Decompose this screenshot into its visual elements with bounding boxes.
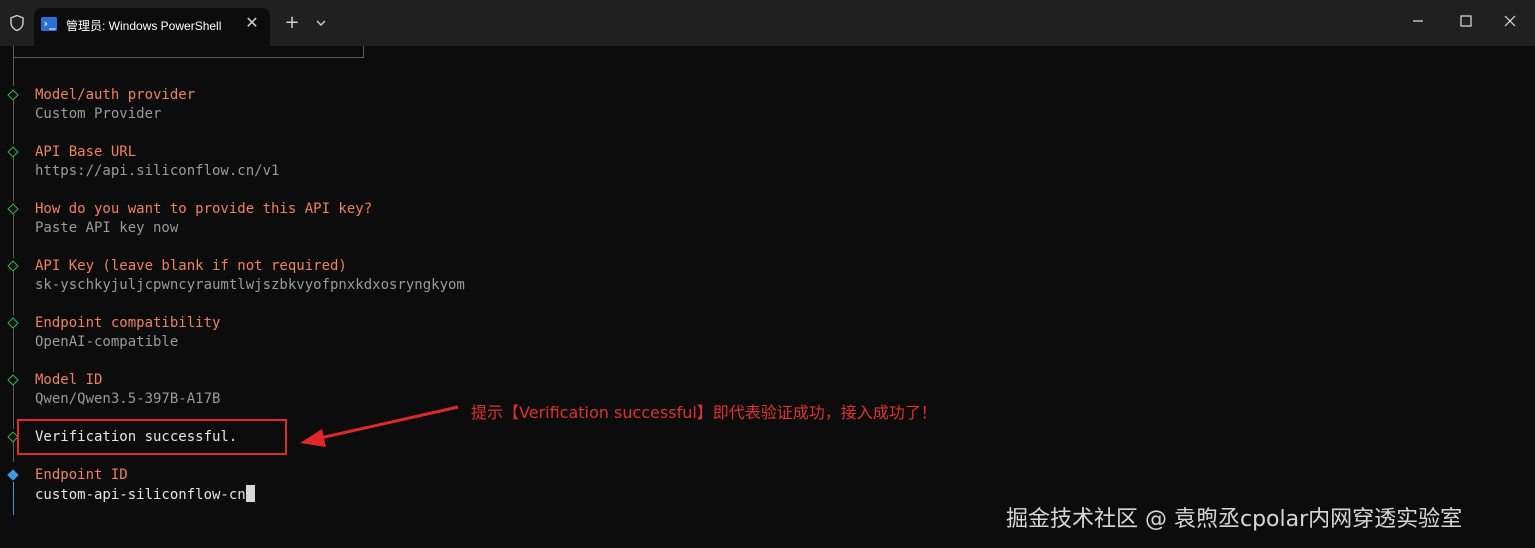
section-value: https://api.siliconflow.cn/v1: [35, 163, 280, 179]
maximize-button[interactable]: [1452, 10, 1480, 32]
section-label: API Base URL: [35, 144, 137, 160]
section-value: Custom Provider: [35, 106, 162, 122]
annotation-text: 提示【Verification successful】即代表验证成功，接入成功了…: [471, 403, 937, 422]
powershell-icon: ›_: [41, 17, 57, 31]
terminal-area[interactable]: Model/auth provider Custom Provider API …: [0, 46, 1535, 548]
close-tab-icon[interactable]: ✕: [242, 13, 262, 33]
section-value: sk-yschkyjuljcpwncyraumtlwjszbkvyofpnxkd…: [35, 277, 465, 293]
endpoint-id-value: custom-api-siliconflow-cn: [35, 487, 246, 503]
tab-powershell[interactable]: ›_ 管理员: Windows PowerShell ✕: [34, 8, 270, 46]
section-label: Endpoint compatibility: [35, 315, 221, 331]
step-complete-icon: [7, 374, 19, 386]
watermark: 掘金技术社区 @ 袁煦丞cpolar内网穿透实验室: [1006, 507, 1463, 532]
shield-icon: [10, 14, 24, 32]
tree-rail: [13, 100, 14, 144]
section-value: OpenAI-compatible: [35, 334, 179, 350]
close-window-button[interactable]: [1496, 10, 1524, 32]
tree-rail: [13, 271, 14, 315]
prompt-label: Endpoint ID: [35, 467, 128, 483]
new-tab-button[interactable]: +: [282, 12, 302, 34]
section-value: Qwen/Qwen3.5-397B-A17B: [35, 391, 221, 407]
section-value: Paste API key now: [35, 220, 179, 236]
minimize-button[interactable]: [1404, 10, 1432, 32]
title-bar: ›_ 管理员: Windows PowerShell ✕ +: [0, 0, 1535, 46]
box-border-bottom: [13, 57, 364, 58]
tree-rail: [13, 214, 14, 258]
tree-rail: [13, 328, 14, 372]
section-label: How do you want to provide this API key?: [35, 201, 373, 217]
tree-rail: [13, 385, 14, 429]
section-label: API Key (leave blank if not required): [35, 258, 347, 274]
chevron-down-icon[interactable]: [311, 13, 331, 33]
text-cursor: [245, 485, 255, 502]
tree-rail: [13, 157, 14, 201]
endpoint-id-input[interactable]: custom-api-siliconflow-cn: [35, 485, 255, 505]
tree-rail: [13, 46, 14, 86]
step-complete-icon: [7, 89, 19, 101]
tree-rail: [13, 442, 14, 462]
step-complete-icon: [7, 317, 19, 329]
tree-rail-active: [13, 482, 14, 515]
step-complete-icon: [7, 260, 19, 272]
step-active-icon: [7, 469, 19, 481]
section-label: Model/auth provider: [35, 87, 196, 103]
highlight-box: [17, 419, 287, 455]
step-complete-icon: [7, 146, 19, 158]
box-border-right: [363, 46, 364, 57]
section-label: Model ID: [35, 372, 103, 388]
step-complete-icon: [7, 203, 19, 215]
annotation-arrow-icon: [300, 405, 459, 447]
tab-title: 管理员: Windows PowerShell: [66, 19, 222, 33]
